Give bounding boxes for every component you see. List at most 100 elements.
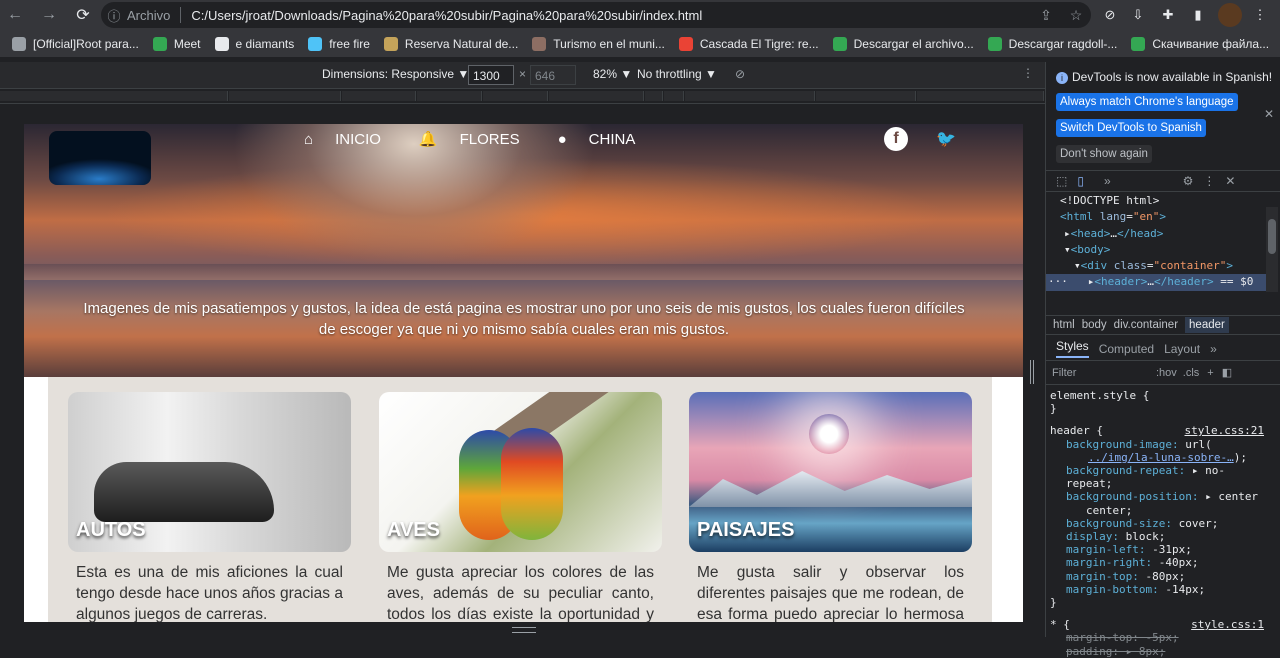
- tab-computed[interactable]: Computed: [1099, 342, 1154, 356]
- bookmarks-bar: [Official]Root para... Meet e diamants free…: [0, 30, 1280, 58]
- bookmark-star-icon[interactable]: ☆: [1061, 7, 1091, 24]
- twitter-icon[interactable]: 🐦: [934, 127, 958, 151]
- side-panel-icon[interactable]: ▮: [1186, 3, 1210, 27]
- rotate-icon[interactable]: ⊘: [735, 67, 745, 81]
- forward-button[interactable]: →: [34, 0, 64, 30]
- tab-more[interactable]: »: [1210, 342, 1217, 356]
- bookmark-item[interactable]: free fire: [308, 36, 370, 51]
- nav-item-flores[interactable]: 🔔 FLORES: [418, 130, 520, 149]
- card-title: PAISAJES: [697, 519, 795, 541]
- throttling-dropdown[interactable]: No throttling ▼: [637, 67, 717, 81]
- breadcrumb-item[interactable]: header: [1185, 317, 1229, 333]
- universal-rule[interactable]: * {style.css:1: [1050, 618, 1264, 631]
- filter-input[interactable]: Filter: [1052, 367, 1152, 379]
- share-icon[interactable]: ⇪: [1031, 7, 1061, 24]
- site-logo[interactable]: [49, 131, 151, 185]
- nav-item-china[interactable]: ● CHINA: [558, 131, 636, 148]
- info-icon[interactable]: ⓘ: [101, 6, 127, 25]
- head-node[interactable]: ▸<head>…</head>: [1046, 226, 1266, 242]
- elements-scrollbar[interactable]: [1266, 207, 1278, 292]
- close-devtools-icon[interactable]: ✕: [1225, 174, 1235, 188]
- horizon: [24, 264, 1023, 280]
- settings-gear-icon[interactable]: ⚙: [1183, 174, 1194, 188]
- bookmark-label: Turismo en el muni...: [553, 36, 665, 51]
- card-description: Me gusta salir y observar los diferentes…: [697, 564, 964, 622]
- more-options-icon[interactable]: ⋮: [1022, 66, 1034, 80]
- more-tabs-icon[interactable]: »: [1104, 174, 1111, 188]
- dimensions-dropdown[interactable]: Dimensions: Responsive ▼: [322, 67, 469, 81]
- card-description: Esta es una de mis aficiones la cual ten…: [76, 564, 343, 622]
- info-icon: i: [1056, 72, 1068, 84]
- inspect-element-icon[interactable]: ⬚: [1056, 174, 1067, 188]
- extension-block-icon[interactable]: ⊘: [1098, 3, 1122, 27]
- bookmark-item[interactable]: Скачивание файла...: [1131, 36, 1269, 51]
- bookmark-favicon-icon: [532, 36, 547, 51]
- zoom-dropdown[interactable]: 82% ▼: [593, 67, 632, 81]
- birds-image: AVES: [379, 392, 662, 552]
- styles-filter-bar: Filter :hov .cls + ◧: [1046, 361, 1280, 385]
- card-paisajes[interactable]: PAISAJES Me gusta salir y observar los d…: [689, 392, 972, 622]
- bookmark-item[interactable]: Descargar ragdoll-...: [987, 36, 1117, 51]
- breadcrumb-item[interactable]: html: [1053, 319, 1075, 331]
- card-autos[interactable]: AUTOS Esta es una de mis aficiones la cu…: [68, 392, 351, 622]
- tab-styles[interactable]: Styles: [1056, 339, 1089, 358]
- dont-show-again-button[interactable]: Don't show again: [1056, 145, 1152, 163]
- download-icon[interactable]: ⇩: [1126, 3, 1150, 27]
- header-hero: ⌂ INICIO 🔔 FLORES ● CHINA f 🐦 Imagenes de mis…: [24, 124, 1023, 377]
- container-node[interactable]: ▾<div class="container">: [1046, 258, 1266, 274]
- element-style-rule[interactable]: element.style {: [1050, 389, 1264, 402]
- back-button[interactable]: ←: [0, 0, 30, 30]
- bell-icon: 🔔: [418, 131, 438, 148]
- url-text[interactable]: C:/Users/jroat/Downloads/Pagina%20para%2…: [191, 8, 702, 23]
- social-links: f 🐦: [884, 127, 984, 151]
- body-node[interactable]: ▾<body>: [1046, 242, 1266, 258]
- bookmark-item[interactable]: e diamants: [214, 36, 294, 51]
- hov-toggle[interactable]: :hov: [1156, 367, 1177, 379]
- facebook-icon[interactable]: f: [884, 127, 908, 151]
- breadcrumb-item[interactable]: body: [1082, 319, 1107, 331]
- source-link[interactable]: style.css:1: [1191, 618, 1264, 631]
- address-bar[interactable]: ⓘ Archivo C:/Users/jroat/Downloads/Pagin…: [101, 2, 1091, 28]
- viewport-resize-handle-bottom[interactable]: [512, 627, 536, 633]
- devtools-menu-icon[interactable]: ⋮: [1203, 174, 1215, 188]
- bookmark-item[interactable]: Meet: [152, 36, 201, 51]
- breadcrumb-item[interactable]: div.container: [1114, 319, 1178, 331]
- cards-section: AUTOS Esta es una de mis aficiones la cu…: [48, 377, 992, 622]
- bookmark-item[interactable]: Cascada El Tigre: re...: [678, 36, 819, 51]
- times-sign: ×: [519, 67, 527, 81]
- media-query-ruler[interactable]: [0, 88, 1045, 104]
- source-link[interactable]: style.css:21: [1185, 424, 1264, 437]
- extensions-puzzle-icon[interactable]: ✚: [1156, 3, 1180, 27]
- always-match-language-button[interactable]: Always match Chrome's language: [1056, 93, 1238, 111]
- toggle-sidebar-icon[interactable]: ◧: [1222, 366, 1232, 379]
- bookmark-item[interactable]: Descargar el archivo...: [832, 36, 974, 51]
- header-rule[interactable]: header {style.css:21: [1050, 424, 1264, 437]
- nav-item-inicio[interactable]: ⌂ INICIO: [304, 131, 381, 148]
- bookmark-item[interactable]: [Official]Root para...: [12, 36, 139, 51]
- add-rule-icon[interactable]: +: [1207, 367, 1213, 379]
- profile-avatar[interactable]: [1218, 3, 1242, 27]
- html-node[interactable]: <html lang="en">: [1046, 209, 1266, 225]
- bookmark-item[interactable]: Reserva Natural de...: [383, 36, 518, 51]
- close-icon[interactable]: ✕: [1264, 107, 1274, 121]
- menu-icon[interactable]: ⋮: [1248, 3, 1272, 27]
- browser-toolbar: ← → ⟳ ⓘ Archivo C:/Users/jroat/Downloads…: [0, 0, 1280, 30]
- banner-message: DevTools is now available in Spanish!: [1072, 70, 1273, 84]
- devtools-main-toolbar: ⬚ ▯ » ⚙ ⋮ ✕: [1046, 170, 1280, 192]
- card-aves[interactable]: AVES Me gusta apreciar los colores de la…: [379, 392, 662, 622]
- landscape-image: PAISAJES: [689, 392, 972, 552]
- cls-toggle[interactable]: .cls: [1183, 367, 1200, 379]
- bookmark-favicon-icon: [832, 36, 847, 51]
- header-node[interactable]: ··· ▸<header>…</header> == $0: [1046, 274, 1266, 291]
- doctype-node[interactable]: <!DOCTYPE html>: [1046, 193, 1266, 209]
- width-input[interactable]: 1300: [468, 65, 514, 85]
- viewport-resize-handle-right[interactable]: [1030, 360, 1034, 384]
- bookmark-item[interactable]: Turismo en el muni...: [532, 36, 665, 51]
- bookmark-label: Descargar el archivo...: [853, 36, 974, 51]
- reload-button[interactable]: ⟳: [68, 0, 98, 30]
- height-input[interactable]: 646: [530, 65, 576, 85]
- tab-layout[interactable]: Layout: [1164, 342, 1200, 356]
- card-title: AVES: [387, 519, 440, 541]
- device-toggle-icon[interactable]: ▯: [1077, 174, 1084, 188]
- switch-to-spanish-button[interactable]: Switch DevTools to Spanish: [1056, 119, 1206, 137]
